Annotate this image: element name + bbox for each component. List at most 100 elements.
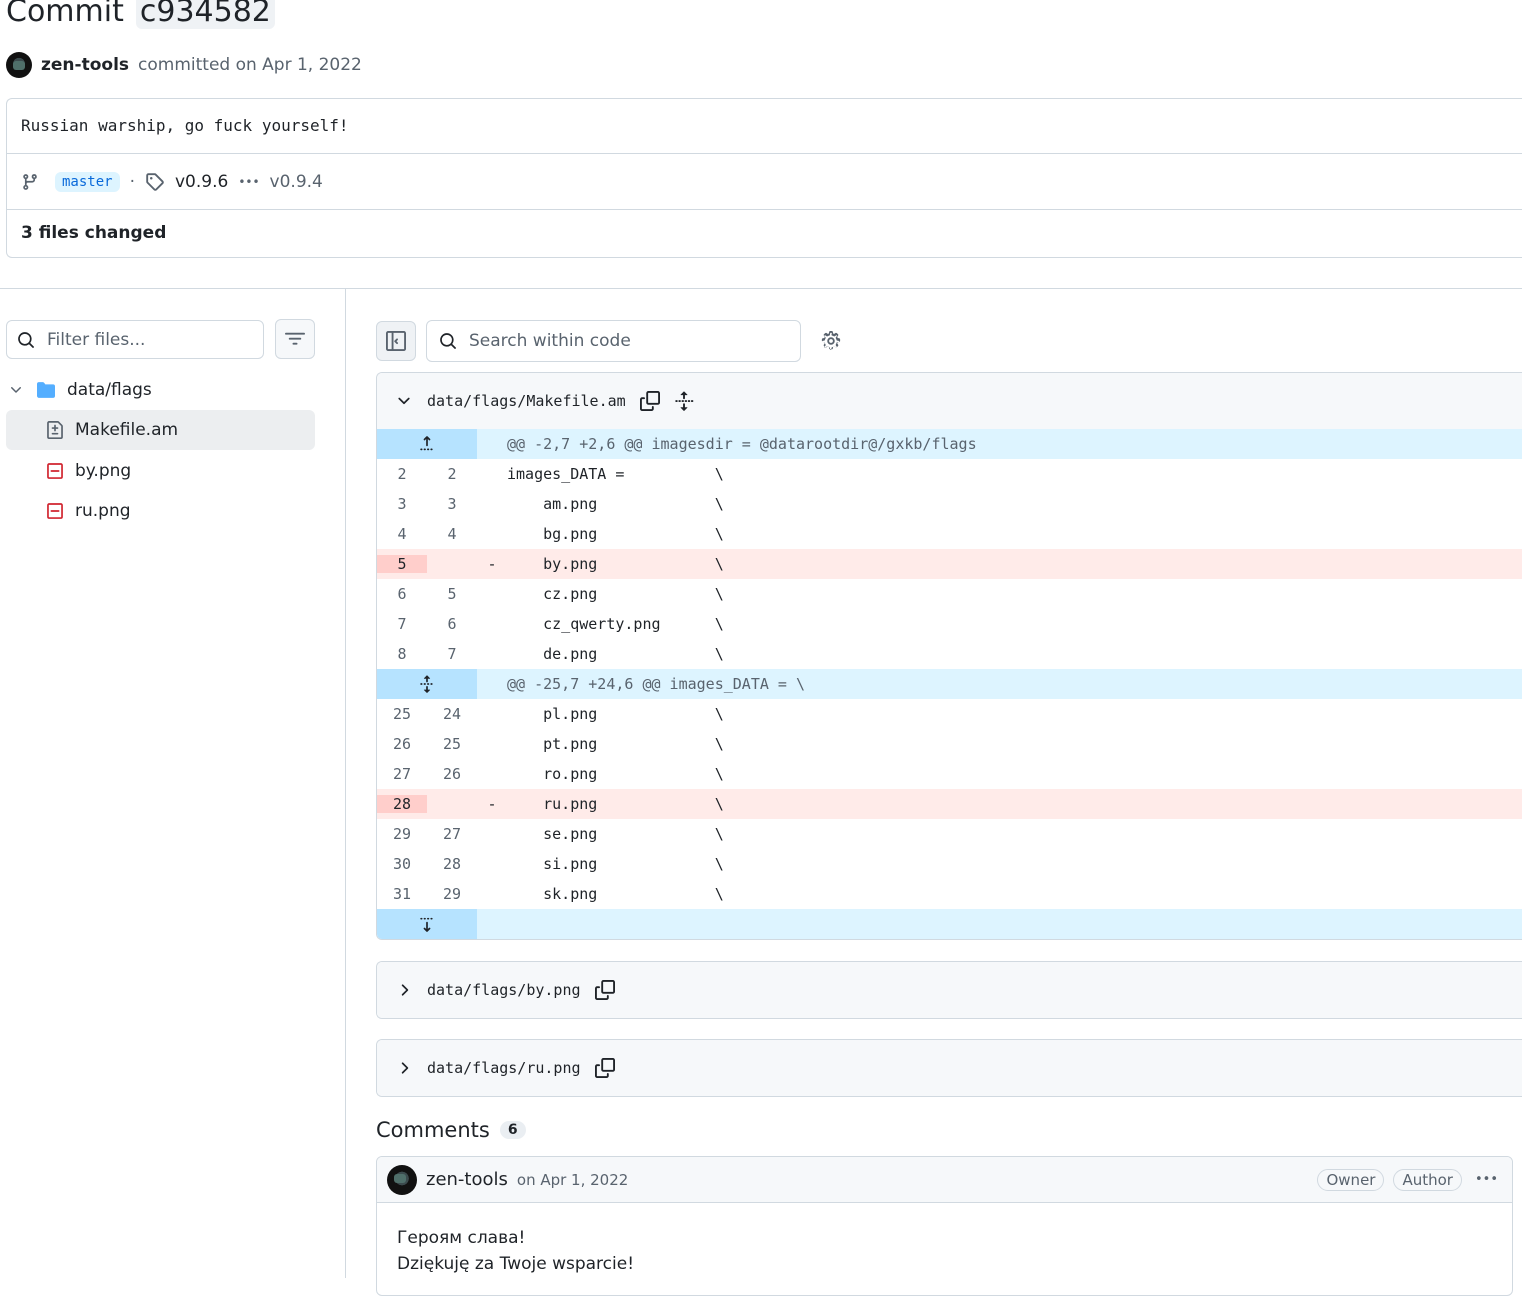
hunk-header-row: @@ -2,7 +2,6 @@ imagesdir = @datarootdir… [377, 429, 1522, 459]
file-diff-icon [46, 421, 64, 439]
copy-icon[interactable] [639, 391, 660, 411]
old-line-number[interactable]: 29 [377, 825, 427, 843]
old-line-number[interactable]: 7 [377, 615, 427, 633]
commit-label: Commit [6, 0, 124, 29]
avatar[interactable] [6, 52, 32, 78]
chevron-down-icon [8, 382, 26, 398]
hunk-header-row: @@ -25,7 +24,6 @@ images_DATA = \ [377, 669, 1522, 699]
filter-files-input[interactable] [45, 328, 245, 351]
search-icon [17, 331, 35, 349]
sidebar-collapse-icon [386, 331, 406, 351]
new-line-number[interactable]: 5 [427, 585, 477, 603]
comment-line: Dziękuję za Twoje wsparcie! [397, 1254, 635, 1274]
chevron-right-icon[interactable] [395, 1059, 413, 1077]
expand-both-icon [420, 675, 433, 693]
diff-file-path[interactable]: data/flags/ru.png [427, 1059, 581, 1077]
new-line-number[interactable]: 28 [427, 855, 477, 873]
old-line-number[interactable]: 26 [377, 735, 427, 753]
diff-code: am.png \ [507, 495, 724, 513]
diff-line-context: 76 cz_qwerty.png \ [377, 609, 1522, 639]
filter-files-field[interactable] [6, 320, 264, 359]
expand-up-button[interactable] [377, 429, 477, 459]
author-link[interactable]: zen-tools [41, 55, 129, 75]
new-line-number[interactable]: 7 [427, 645, 477, 663]
owner-badge: Owner [1317, 1168, 1385, 1191]
branch-badge[interactable]: master [55, 171, 120, 192]
filter-options-button[interactable] [275, 319, 315, 359]
chevron-down-icon[interactable] [395, 392, 413, 410]
diff-line-deletion: 5 - by.png \ [377, 549, 1522, 579]
expand-all-icon[interactable] [674, 391, 694, 411]
sidebar-divider [345, 288, 346, 1278]
tag-old-link[interactable]: v0.9.4 [270, 172, 323, 192]
tree-folder-data-flags[interactable]: data/flags [6, 370, 315, 410]
diff-code: si.png \ [507, 855, 724, 873]
diff-code: pl.png \ [507, 705, 724, 723]
new-line-number[interactable]: 26 [427, 765, 477, 783]
new-line-number[interactable]: 6 [427, 615, 477, 633]
old-line-number[interactable]: 3 [377, 495, 427, 513]
diff-line-context: 33 am.png \ [377, 489, 1522, 519]
diff-file-makefile: data/flags/Makefile.am @@ -2,7 +2,6 @@ i… [376, 372, 1522, 940]
commit-message: Russian warship, go fuck yourself! [7, 99, 1522, 154]
author-line: zen-tools committed on Apr 1, 2022 [6, 52, 362, 78]
old-line-number[interactable]: 8 [377, 645, 427, 663]
new-line-number[interactable]: 29 [427, 885, 477, 903]
comment-menu-button[interactable]: ••• [1471, 1172, 1502, 1187]
search-code-field[interactable] [426, 320, 801, 362]
old-line-number[interactable]: 6 [377, 585, 427, 603]
avatar[interactable] [387, 1164, 417, 1195]
old-line-number[interactable]: 5 [377, 555, 427, 573]
diff-code: ru.png \ [507, 795, 724, 813]
comment-card: zen-tools on Apr 1, 2022 Owner Author ••… [376, 1156, 1513, 1296]
old-line-number[interactable]: 31 [377, 885, 427, 903]
tree-file-by-png[interactable]: by.png [6, 451, 315, 491]
expand-up-icon [420, 436, 433, 451]
diff-code: se.png \ [507, 825, 724, 843]
diff-file-header[interactable]: data/flags/Makefile.am [377, 373, 1522, 429]
new-line-number[interactable]: 24 [427, 705, 477, 723]
search-code-input[interactable] [467, 330, 787, 352]
diff-file-header[interactable]: data/flags/by.png [377, 962, 1522, 1018]
commit-sha[interactable]: c934582 [135, 0, 275, 29]
folder-icon [36, 381, 56, 399]
old-line-number[interactable]: 4 [377, 525, 427, 543]
deletion-marker: - [487, 555, 497, 573]
diff-file-header[interactable]: data/flags/ru.png [377, 1040, 1522, 1096]
chevron-right-icon[interactable] [395, 981, 413, 999]
diff-file-path[interactable]: data/flags/by.png [427, 981, 581, 999]
new-line-number[interactable]: 4 [427, 525, 477, 543]
diff-file-path[interactable]: data/flags/Makefile.am [427, 392, 626, 410]
new-line-number[interactable]: 27 [427, 825, 477, 843]
filter-icon [285, 329, 305, 349]
tree-folder-label: data/flags [67, 380, 152, 400]
comment-date[interactable]: on Apr 1, 2022 [517, 1171, 628, 1189]
new-line-number[interactable]: 3 [427, 495, 477, 513]
comment-line: Героям слава! [397, 1228, 526, 1248]
commit-summary-box: Russian warship, go fuck yourself! maste… [6, 98, 1522, 258]
old-line-number[interactable]: 2 [377, 465, 427, 483]
comments-title: Comments [376, 1118, 490, 1142]
new-line-number[interactable]: 2 [427, 465, 477, 483]
expand-both-button[interactable] [377, 669, 477, 699]
diff-code: images_DATA = \ [507, 465, 724, 483]
new-line-number[interactable]: 25 [427, 735, 477, 753]
diff-code: by.png \ [507, 555, 724, 573]
diff-line-context: 26 25 pt.png \ [377, 729, 1522, 759]
comment-author-link[interactable]: zen-tools [426, 1169, 508, 1190]
copy-icon[interactable] [594, 1058, 615, 1078]
diff-line-context: 44 bg.png \ [377, 519, 1522, 549]
old-line-number[interactable]: 28 [377, 795, 427, 813]
tree-file-ru-png[interactable]: ru.png [6, 491, 315, 531]
old-line-number[interactable]: 30 [377, 855, 427, 873]
tag-new-link[interactable]: v0.9.6 [175, 172, 228, 192]
copy-icon[interactable] [594, 980, 615, 1000]
diff-settings-button[interactable] [816, 326, 846, 356]
old-line-number[interactable]: 25 [377, 705, 427, 723]
comments-heading: Comments 6 [376, 1118, 526, 1142]
tags-ellipsis[interactable]: ••• [238, 175, 259, 189]
toggle-file-tree-button[interactable] [376, 321, 416, 361]
expand-down-button[interactable] [377, 909, 477, 939]
old-line-number[interactable]: 27 [377, 765, 427, 783]
tree-file-makefile[interactable]: Makefile.am [6, 410, 315, 450]
